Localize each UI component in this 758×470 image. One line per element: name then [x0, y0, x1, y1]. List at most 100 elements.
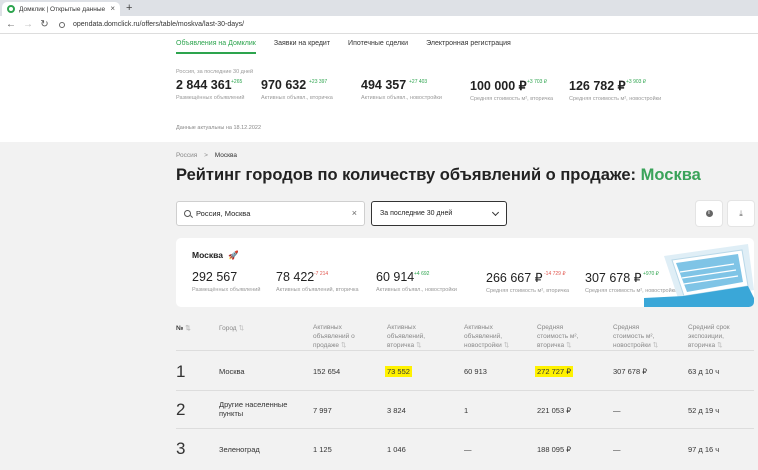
stat-active-new: 494 357 +27 403 Активных объявл., новост… — [361, 78, 470, 102]
table-row[interactable]: 1 Москва 152 654 73 552 60 913 272 727 ₽… — [176, 350, 754, 390]
col-exposure[interactable]: Средний срок экспозиции, вторичка ⇅ — [688, 314, 730, 350]
stat-price-secondary: 100 000 ₽ +3 703 ₽ Средняя стоимость м²,… — [470, 78, 569, 102]
col-price-secondary[interactable]: Средняя стоимость м², вторичка ⇅ — [537, 314, 578, 350]
tab-e-registration[interactable]: Электронная регистрация — [426, 40, 511, 54]
stat-value: 126 782 ₽ — [569, 79, 626, 93]
table-row[interactable]: 3 Зеленоград 1 125 1 046 — 188 095 ₽ — 9… — [176, 428, 754, 470]
stat-delta: -7 214 — [314, 271, 329, 277]
col-active-new-label: Активных объявлений, новостройки — [464, 324, 503, 349]
period-select-value: За последние 30 дней — [380, 210, 453, 217]
col-city[interactable]: Город ⇅ — [219, 324, 244, 333]
stat-label: Размещённых объявлений — [176, 95, 245, 101]
stat-value: 78 422 — [276, 270, 315, 284]
page-title-city: Москва — [640, 166, 701, 184]
page-title: Рейтинг городов по количеству объявлений… — [176, 166, 701, 185]
stat-label: Средняя стоимость м², вторичка — [486, 288, 570, 294]
laptop-illustration — [644, 244, 754, 307]
new-tab-button[interactable]: + — [126, 1, 132, 15]
col-active-secondary[interactable]: Активных объявлений, вторичка ⇅ — [387, 314, 425, 350]
cell-rank: 2 — [176, 400, 186, 419]
stat-value: 292 567 — [192, 270, 238, 284]
cell-city[interactable]: Зеленоград — [219, 445, 260, 454]
stat-value: 494 357 — [361, 78, 407, 92]
cell-price-new: — — [613, 445, 621, 454]
download-button[interactable]: ⤓ — [728, 201, 754, 226]
cell-exposure: 97 д 16 ч — [688, 445, 720, 454]
url-field[interactable]: opendata.domclick.ru/offers/table/moskva… — [73, 21, 244, 28]
cell-rank: 3 — [176, 439, 186, 458]
location-search[interactable]: × — [176, 201, 365, 226]
col-price-new-label: Средняя стоимость м², новостройки — [613, 324, 655, 349]
domclick-favicon-icon — [7, 5, 15, 13]
cell-active-secondary: 1 046 — [387, 445, 406, 454]
sort-icon: ⇅ — [652, 342, 659, 349]
stat-delta: +3 703 ₽ — [527, 79, 548, 85]
stat-value: 100 000 ₽ — [470, 79, 527, 93]
col-exposure-label: Средний срок экспозиции, вторичка — [688, 324, 730, 349]
lock-icon[interactable] — [59, 21, 65, 28]
col-active-new[interactable]: Активных объявлений, новостройки ⇅ — [464, 314, 509, 350]
reload-icon[interactable]: ↻ — [40, 19, 49, 30]
forward-arrow-icon[interactable]: → — [23, 19, 33, 30]
city-card-title: Москва 🚀 — [192, 250, 239, 261]
stat-delta: +4 692 — [414, 271, 430, 277]
summary-stats: 2 844 361 +265 Размещённых объявлений 97… — [176, 78, 669, 102]
city-stat-active-new: 60 914 +4 692 Активных объявл., новостро… — [376, 270, 486, 294]
stat-label: Активных объявл., новостройки — [361, 95, 442, 101]
stat-value: 970 632 — [261, 78, 307, 92]
stat-value: 266 667 ₽ — [486, 271, 543, 285]
table-row[interactable]: 2 Другие населенные пункты 7 997 3 824 1… — [176, 390, 754, 428]
cell-price-new: 307 678 ₽ — [613, 367, 647, 376]
city-card-stats: 292 567 Размещённых объявлений 78 422 -7… — [192, 270, 685, 294]
tab-close-icon[interactable]: × — [110, 5, 115, 13]
chevron-down-icon — [491, 208, 500, 216]
browser-tab-bar: Домклик | Открытые данные × + — [0, 0, 758, 16]
download-icon: ⤓ — [739, 208, 743, 218]
sort-icon: ⇅ — [340, 342, 347, 349]
cell-price-secondary: 188 095 ₽ — [537, 445, 571, 454]
col-rank[interactable]: № ⇅ — [176, 324, 191, 333]
clear-icon[interactable]: × — [352, 209, 357, 218]
col-price-secondary-label: Средняя стоимость м², вторичка — [537, 324, 579, 349]
stat-label: Средняя стоимость м², новостройки — [569, 96, 662, 102]
rocket-icon: 🚀 — [228, 250, 239, 260]
city-stat-price-secondary: 266 667 ₽ -14 729 ₽ Средняя стоимость м²… — [486, 270, 585, 294]
sort-icon: ⇅ — [185, 325, 191, 332]
stat-value: 2 844 361 — [176, 78, 232, 92]
cell-city[interactable]: Москва — [219, 367, 245, 376]
stat-label: Размещённых объявлений — [192, 287, 261, 293]
col-rank-label: № — [176, 325, 184, 332]
sort-icon: ⇅ — [416, 342, 422, 349]
stat-delta: +23 397 — [309, 79, 328, 85]
stat-value: 307 678 ₽ — [585, 271, 642, 285]
browser-tab[interactable]: Домклик | Открытые данные × — [2, 2, 120, 16]
cell-price-new: — — [613, 406, 621, 415]
tab-listings[interactable]: Объявления на Домклик — [176, 40, 256, 54]
cell-active-secondary: 73 552 — [385, 366, 412, 377]
breadcrumb-root[interactable]: Россия — [176, 152, 197, 159]
back-arrow-icon[interactable]: ← — [6, 19, 16, 30]
col-city-label: Город — [219, 325, 237, 332]
tab-mortgage-deals[interactable]: Ипотечные сделки — [348, 40, 408, 54]
stat-value: 60 914 — [376, 270, 415, 284]
col-posted[interactable]: Активных объявлений о продаже ⇅ — [313, 314, 355, 350]
period-select[interactable]: За последние 30 дней — [371, 201, 507, 226]
cell-exposure: 52 д 19 ч — [688, 406, 720, 415]
cell-active-new: — — [464, 445, 472, 454]
stat-label: Средняя стоимость м², вторичка — [470, 96, 554, 102]
browser-tab-title: Домклик | Открытые данные — [19, 5, 106, 13]
tab-credit-requests[interactable]: Заявки на кредит — [274, 40, 330, 54]
col-price-new[interactable]: Средняя стоимость м², новостройки ⇅ — [613, 314, 658, 350]
section-tabs: Объявления на Домклик Заявки на кредит И… — [176, 40, 529, 54]
stat-delta: -14 729 ₽ — [544, 271, 566, 277]
cell-city[interactable]: Другие населенные пункты — [219, 400, 287, 418]
location-search-input[interactable] — [196, 209, 347, 218]
sort-icon: ⇅ — [503, 342, 510, 349]
summary-period-note: Россия, за последние 30 дней — [176, 69, 254, 75]
cell-active-new: 1 — [464, 406, 469, 415]
info-button[interactable]: i — [696, 201, 722, 226]
stat-label: Активных объявл., вторичка — [261, 95, 333, 101]
breadcrumb-current: Москва — [214, 152, 237, 159]
cell-price-secondary: 272 727 ₽ — [535, 366, 573, 377]
col-posted-label: Активных объявлений о продаже — [313, 324, 355, 349]
